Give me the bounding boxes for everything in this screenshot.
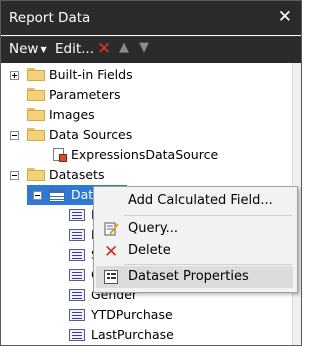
edit-button[interactable]: Edit... xyxy=(55,41,94,57)
folder-icon xyxy=(27,68,45,81)
delete-icon: ✕ xyxy=(104,242,119,262)
collapse-icon[interactable] xyxy=(10,171,19,180)
tree-item-parameters[interactable]: Parameters xyxy=(1,85,291,105)
panel-title: Report Data xyxy=(9,10,91,26)
tree-item-label: Built-in Fields xyxy=(49,67,133,82)
menu-item-label: Dataset Properties xyxy=(128,269,249,284)
tree-item-datasets[interactable]: Datasets xyxy=(1,165,291,185)
new-label: New xyxy=(9,41,39,57)
folder-icon xyxy=(27,88,45,101)
menu-item-label: Delete xyxy=(128,243,171,258)
move-up-icon[interactable]: ▲ xyxy=(119,40,129,55)
menu-item-dataset-properties[interactable]: Dataset Properties xyxy=(96,266,293,288)
move-down-icon[interactable]: ▼ xyxy=(139,40,149,55)
table-icon xyxy=(49,189,65,202)
properties-icon xyxy=(104,270,118,284)
data-source-icon xyxy=(51,148,67,162)
close-icon[interactable]: ✕ xyxy=(278,7,292,27)
field-icon xyxy=(69,249,85,261)
menu-item-label: Add Calculated Field... xyxy=(128,193,273,208)
tree-item-label: Data Sources xyxy=(49,127,133,142)
field-item[interactable]: YTDPurchase xyxy=(1,305,291,325)
tree-item-data-sources[interactable]: Data Sources xyxy=(1,125,291,145)
chevron-down-icon: ▼ xyxy=(40,44,47,54)
field-icon xyxy=(69,229,85,241)
field-icon xyxy=(69,209,85,221)
tree-item-label: Images xyxy=(49,107,95,122)
menu-item-delete[interactable]: ✕ Delete xyxy=(96,240,293,262)
field-label: LastPurchase xyxy=(91,327,174,342)
context-menu: Add Calculated Field... Query... ✕ Delet… xyxy=(93,186,298,293)
tree-item-expressions-data-source[interactable]: ExpressionsDataSource xyxy=(1,145,291,165)
tree-item-label: Datasets xyxy=(49,167,105,182)
folder-icon xyxy=(27,168,45,181)
new-button[interactable]: New ▼ xyxy=(9,41,47,57)
query-icon xyxy=(104,221,119,236)
menu-item-add-calculated-field[interactable]: Add Calculated Field... xyxy=(96,190,293,212)
collapse-icon[interactable] xyxy=(33,191,42,200)
menu-separator xyxy=(124,264,292,265)
menu-separator xyxy=(124,215,292,216)
tree-item-images[interactable]: Images xyxy=(1,105,291,125)
collapse-icon[interactable] xyxy=(10,131,19,140)
title-bar: Report Data ✕ xyxy=(1,1,301,35)
tree-item-label: Parameters xyxy=(49,87,121,102)
report-data-panel: Report Data ✕ New ▼ Edit... ✕ ▲ ▼ Built-i… xyxy=(0,0,302,346)
field-icon xyxy=(69,329,85,341)
field-icon xyxy=(69,309,85,321)
menu-item-label: Query... xyxy=(128,221,179,236)
field-label: YTDPurchase xyxy=(91,307,173,322)
field-icon xyxy=(69,269,85,281)
expand-icon[interactable] xyxy=(10,71,19,80)
folder-icon xyxy=(27,108,45,121)
tree-item-label: ExpressionsDataSource xyxy=(71,147,219,162)
field-item[interactable]: LastPurchase xyxy=(1,325,291,345)
toolbar: New ▼ Edit... ✕ ▲ ▼ xyxy=(1,36,301,63)
tree-item-built-in-fields[interactable]: Built-in Fields xyxy=(1,65,291,85)
folder-icon xyxy=(27,128,45,141)
field-icon xyxy=(69,289,85,301)
delete-icon[interactable]: ✕ xyxy=(97,39,111,59)
menu-item-query[interactable]: Query... xyxy=(96,218,293,240)
